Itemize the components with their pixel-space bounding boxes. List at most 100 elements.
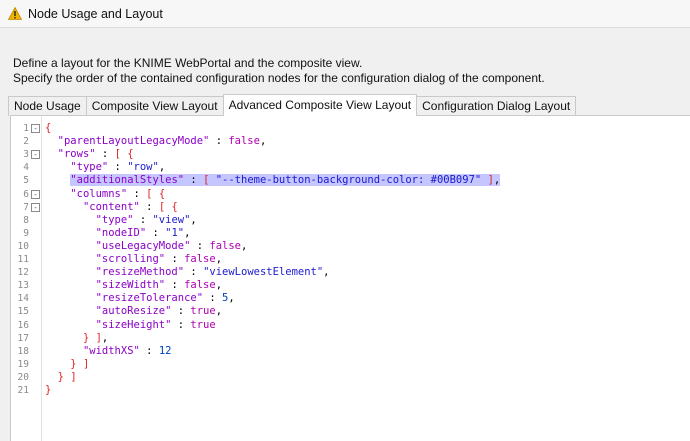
json-editor[interactable]: 1-{2 "parentLayoutLegacyMode" : false, 3-… [10, 115, 690, 441]
code-text: } ] [45, 371, 77, 384]
code-token: } [45, 384, 52, 396]
code-text: "type" : "row", [45, 161, 165, 174]
code-token: , [215, 253, 223, 265]
line-number: 18 [17, 345, 29, 357]
code-text: "columns" : [ { [45, 188, 165, 201]
code-token: "viewLowestElement" [203, 266, 324, 279]
code-token: ] [82, 357, 90, 370]
code-token: "resizeTolerance" [95, 292, 204, 305]
code-token: : [184, 174, 204, 187]
line-number: 1 [23, 123, 29, 134]
code-token: "type" [95, 213, 134, 226]
code-line: 6- "columns" : [ { [11, 188, 681, 201]
code-token: , [215, 279, 223, 292]
tab-configuration-dialog-layout[interactable]: Configuration Dialog Layout [416, 96, 577, 116]
code-line: 12 "resizeMethod" : "viewLowestElement", [11, 266, 681, 279]
code-token: , [228, 292, 235, 305]
tab-composite-view-layout[interactable]: Composite View Layout [85, 96, 224, 116]
code-token: , [323, 266, 330, 279]
code-text: "autoResize" : true, [45, 305, 222, 318]
line-number: 8 [23, 214, 29, 226]
code-token: "type" [70, 161, 109, 174]
description-line-2: Specify the order of the contained confi… [13, 71, 545, 85]
fold-toggle-icon[interactable]: - [31, 202, 40, 212]
code-text: { [45, 122, 51, 135]
code-token: "sizeHeight" [95, 318, 172, 331]
fold-toggle-icon[interactable]: - [31, 189, 40, 199]
fold-toggle-icon[interactable]: - [31, 150, 40, 160]
code-text: "sizeHeight" : true [45, 319, 216, 332]
code-line: 4 "type" : "row", [11, 161, 681, 174]
code-token: : [139, 200, 159, 213]
code-token: : [165, 279, 185, 292]
code-token: : [184, 266, 204, 279]
code-token: "sizeWidth" [95, 279, 166, 292]
description: Define a layout for the KNIME WebPortal … [13, 56, 545, 86]
description-line-1: Define a layout for the KNIME WebPortal … [13, 56, 363, 70]
line-number: 17 [17, 332, 29, 344]
line-number: 9 [23, 227, 29, 239]
tab-node-usage[interactable]: Node Usage [8, 96, 87, 116]
code-token: : [165, 253, 185, 265]
fold-toggle-icon[interactable]: - [31, 124, 40, 133]
code-line: 3- "rows" : [ { [11, 148, 681, 161]
line-number: 14 [17, 293, 29, 305]
code-text: } ] [45, 358, 89, 371]
line-number: 3 [23, 149, 29, 161]
code-token: , [101, 331, 109, 344]
code-token [209, 174, 216, 187]
code-line: 19 } ] [11, 358, 681, 371]
code-text: "nodeID" : "1", [45, 226, 191, 240]
code-token: , [158, 161, 166, 174]
code-token: : [127, 187, 147, 200]
code-text: "content" : [ { [45, 201, 178, 214]
code-line: 5 "additionalStyles" : [ "--theme-button… [11, 174, 681, 187]
code-token: "widthXS" [82, 344, 140, 357]
line-number: 12 [17, 267, 29, 279]
code-text: } ], [45, 332, 108, 345]
code-token: : [108, 161, 128, 174]
code-token: "useLegacyMode" [95, 239, 191, 252]
code-text: "resizeMethod" : "viewLowestElement", [45, 266, 330, 279]
code-text: "additionalStyles" : [ "--theme-button-b… [45, 174, 501, 187]
code-line: 17 } ], [11, 332, 681, 345]
code-token: "nodeID" [95, 226, 147, 239]
code-line: 7- "content" : [ { [11, 201, 681, 214]
code-token: "view" [152, 213, 191, 226]
title-bar: Node Usage and Layout [0, 0, 690, 28]
code-token: "--theme-button-background-color: #00B09… [215, 174, 482, 187]
line-number: 15 [17, 306, 29, 318]
code-token: : [171, 305, 191, 318]
tab-advanced-composite-view-layout[interactable]: Advanced Composite View Layout [222, 94, 418, 116]
code-line: 15 "autoResize" : true, [11, 305, 681, 318]
code-text: } [45, 384, 51, 397]
code-token: "autoResize" [95, 305, 172, 318]
line-number: 5 [23, 175, 29, 187]
code-token: { [171, 200, 178, 213]
code-line: 13 "sizeWidth" : false, [11, 279, 681, 292]
code-token: 12 [158, 344, 172, 357]
code-text: "type" : "view", [45, 214, 197, 227]
code-token: { [158, 187, 166, 200]
code-token: "row" [127, 161, 159, 174]
code-text: "sizeWidth" : false, [45, 279, 222, 292]
code-token: , [493, 174, 501, 187]
code-token: , [259, 135, 267, 148]
line-number: 7 [23, 201, 29, 213]
code-line: 14 "resizeTolerance" : 5, [11, 292, 681, 305]
code-token: ] [70, 370, 77, 383]
code-token: false [184, 253, 216, 265]
code-token: "columns" [70, 187, 128, 200]
